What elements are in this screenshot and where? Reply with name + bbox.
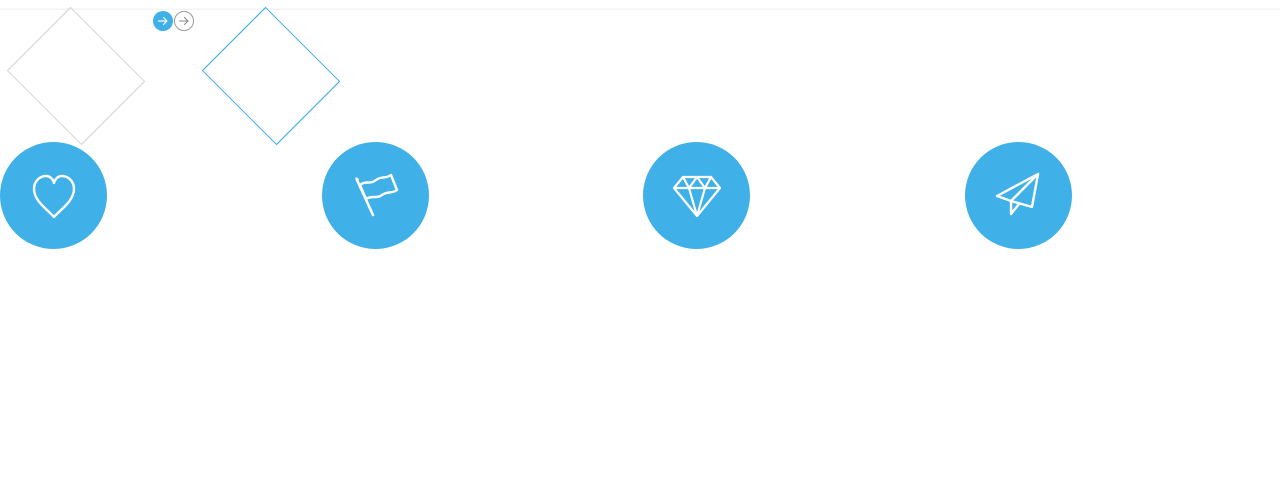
feature-circle-heart xyxy=(0,142,107,249)
flag-icon xyxy=(354,173,398,216)
paper-plane-icon xyxy=(995,172,1039,215)
arrow-right-icon xyxy=(157,16,168,26)
diamond-shape-gray xyxy=(6,6,146,146)
slider-next-button-inactive[interactable] xyxy=(174,11,194,31)
diamond-gem-icon xyxy=(672,175,721,217)
diamond-shape-blue xyxy=(201,6,341,146)
feature-circle-diamond xyxy=(643,142,750,249)
top-shadow xyxy=(0,0,1280,10)
feature-circle-paper-plane xyxy=(965,142,1072,249)
feature-circle-flag xyxy=(322,142,429,249)
slider-next-button-active[interactable] xyxy=(153,11,173,31)
heart-icon xyxy=(32,174,75,218)
arrow-right-icon xyxy=(178,16,189,26)
page xyxy=(0,0,1280,500)
